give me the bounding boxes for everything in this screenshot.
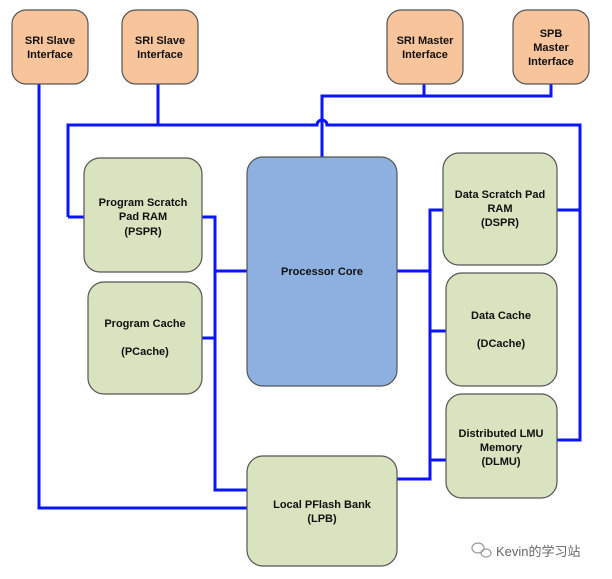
data-cache: Data Cache (DCache) [445, 272, 558, 387]
svg-text:Processor Core: Processor Core [281, 266, 363, 278]
wire-right-local-bus [397, 208, 446, 481]
program-cache: Program Cache (PCache) [87, 281, 203, 395]
wire-left-local-bus [202, 215, 247, 492]
spb-master-interface: SPB Master Interface [512, 9, 590, 85]
local-pflash-bank: Local PFlash Bank (LPB) [246, 455, 398, 567]
sri-master-interface: SRI Master Interface [386, 9, 464, 85]
wire-master-bus [320, 84, 553, 157]
watermark: Kevin的学习站 [471, 542, 581, 559]
data-scratch-pad-ram: Data Scratch Pad RAM (DSPR) [442, 152, 558, 266]
svg-text:Kevin的学习站: Kevin的学习站 [496, 544, 581, 559]
sri-slave-interface-1: SRI Slave Interface [11, 9, 89, 85]
processor-core: Processor Core [246, 156, 398, 387]
wechat-icon [471, 542, 492, 558]
sri-slave-interface-2: SRI Slave Interface [121, 9, 199, 85]
distributed-lmu-memory: Distributed LMU Memory (DLMU) [445, 393, 558, 499]
architecture-diagram: SRI Slave Interface SRI Slave Interface SR… [11, 9, 590, 567]
program-scratch-pad-ram: Program Scratch Pad RAM (PSPR) [83, 157, 203, 273]
